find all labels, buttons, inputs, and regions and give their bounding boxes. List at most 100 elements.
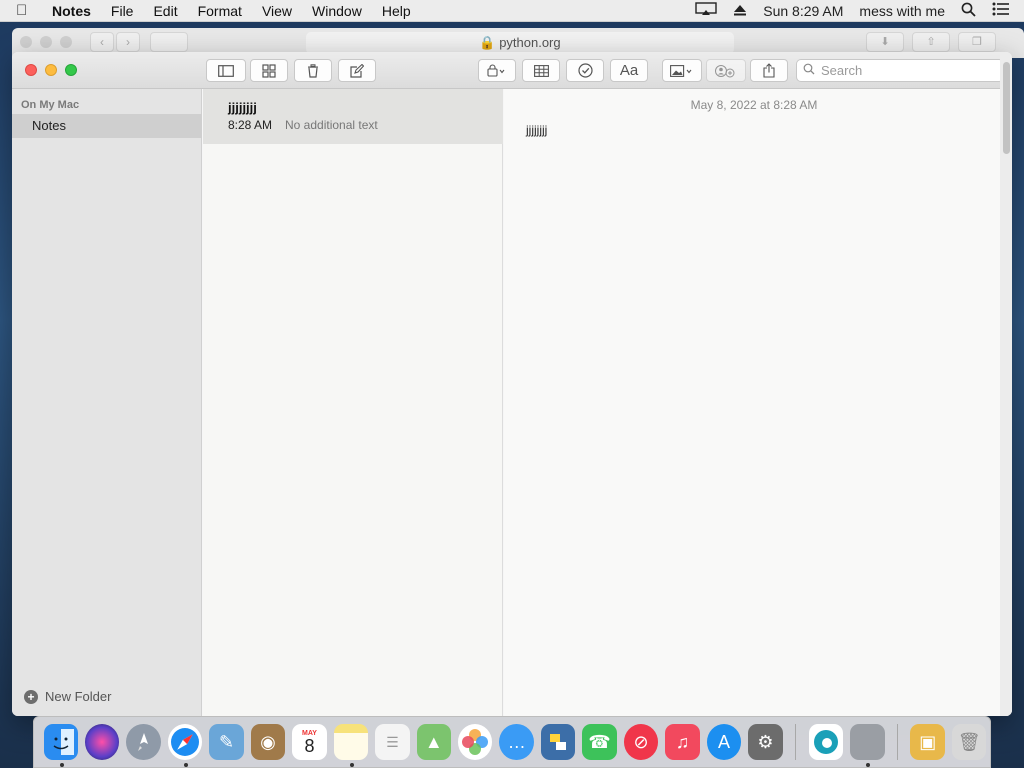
safari-traffic-lights [20, 36, 72, 48]
safari-address-bar[interactable]: 🔒 python.org [306, 32, 734, 54]
app-store-icon[interactable]: A [706, 724, 742, 760]
clock[interactable]: Sun 8:29 AM [755, 3, 851, 19]
share-button[interactable] [750, 59, 788, 82]
add-people-button[interactable] [706, 59, 746, 82]
table-button[interactable] [522, 59, 560, 82]
safari-url: python.org [499, 35, 561, 50]
back-icon[interactable]: ‹ [90, 32, 114, 52]
launchpad-icon[interactable] [126, 724, 161, 760]
notification-center-icon[interactable] [984, 2, 1024, 19]
menu-edit[interactable]: Edit [143, 3, 187, 19]
music-icon[interactable]: ♫ [665, 724, 700, 760]
preview-icon[interactable]: ✎ [209, 724, 244, 760]
system-preferences-icon[interactable]: ⚙ [748, 724, 783, 760]
sidebar-icon [218, 64, 234, 77]
new-note-button[interactable] [338, 59, 376, 82]
trash-icon [308, 63, 318, 78]
format-button[interactable]: Aa [610, 59, 648, 82]
python-icon[interactable] [540, 724, 576, 760]
table-icon [533, 64, 549, 77]
lock-note-button[interactable] [478, 59, 516, 82]
reminders-icon[interactable]: ☰ [375, 724, 410, 760]
new-folder-button[interactable]: + New Folder [24, 689, 111, 704]
calendar-day: 8 [304, 735, 315, 756]
note-time: 8:28 AM [228, 118, 273, 132]
media-button[interactable] [662, 59, 702, 82]
menu-help[interactable]: Help [372, 3, 421, 19]
zoom-button[interactable] [65, 64, 77, 76]
checklist-button[interactable] [566, 59, 604, 82]
spotlight-search-icon[interactable] [953, 2, 984, 20]
airplay-icon[interactable] [687, 2, 725, 19]
search-icon [803, 63, 815, 78]
facetime-icon[interactable]: ☎ [582, 724, 617, 760]
edge-icon[interactable] [808, 724, 844, 760]
lock-icon [487, 64, 505, 77]
running-indicator [866, 763, 871, 767]
share-icon[interactable]: ⇧ [912, 32, 950, 52]
close-button[interactable] [25, 64, 37, 76]
eject-icon[interactable] [725, 3, 755, 19]
dock-separator [897, 724, 898, 760]
forward-icon[interactable]: › [116, 32, 140, 52]
downloads-icon[interactable]: ⬇ [866, 32, 904, 52]
gallery-view-button[interactable] [250, 59, 288, 82]
notes-window: Aa Search On My Mac Notes + New Folder j… [12, 52, 1012, 716]
package-icon[interactable]: ▣ [910, 724, 945, 760]
contacts-icon[interactable]: ◉ [250, 724, 286, 760]
siri-icon[interactable] [84, 724, 120, 760]
tabs-icon[interactable]: ❐ [958, 32, 996, 52]
safari-nav-buttons: ‹ › [90, 32, 140, 52]
disk-utility-icon[interactable] [850, 724, 885, 767]
delete-note-button[interactable] [294, 59, 332, 82]
menu-format[interactable]: Format [188, 3, 252, 19]
add-people-icon [715, 64, 735, 77]
dock-separator [795, 724, 797, 760]
share-icon [763, 63, 775, 78]
checkmark-circle-icon [577, 63, 593, 78]
menu-window[interactable]: Window [302, 3, 372, 19]
running-indicator [59, 763, 64, 767]
lock-icon: 🔒 [479, 35, 496, 50]
menu-view[interactable]: View [252, 3, 302, 19]
user-name[interactable]: mess with me [851, 3, 953, 19]
safari-sidebar-button[interactable] [150, 32, 188, 52]
running-indicator [349, 763, 354, 767]
compose-icon [350, 63, 364, 78]
maps-icon[interactable]: ▲ [416, 724, 452, 760]
menu-app-name[interactable]: Notes [42, 3, 101, 19]
new-folder-label: New Folder [45, 689, 112, 704]
plus-circle-icon: + [24, 689, 38, 704]
notes-toolbar: Aa Search [12, 52, 1012, 89]
note-body[interactable]: jjjjjjjj [526, 123, 547, 137]
scrollbar-thumb[interactable] [1003, 62, 1010, 154]
search-field[interactable]: Search [796, 59, 1004, 82]
dock: ✎ ◉ MAY 8 ☰ ▲ … ☎ ⊘ ♫ A ⚙ ▣ 🗑 [33, 716, 991, 768]
sidebar-item-notes[interactable]: Notes [12, 114, 202, 138]
photos-icon[interactable] [458, 724, 493, 760]
apple-icon[interactable]:  [16, 2, 42, 19]
notes-list: jjjjjjjj 8:28 AM No additional text [203, 89, 503, 716]
menu-file[interactable]: File [101, 3, 144, 19]
note-editor[interactable]: May 8, 2022 at 8:28 AM jjjjjjjj [504, 89, 1012, 716]
photo-icon [670, 64, 692, 77]
grid-icon [262, 63, 276, 78]
finder-icon[interactable] [43, 724, 78, 767]
safari-icon[interactable] [167, 724, 203, 767]
menu-bar:  Notes File Edit Format View Window Hel… [0, 0, 1024, 22]
calendar-icon[interactable]: MAY 8 [292, 724, 327, 760]
search-placeholder: Search [821, 63, 863, 78]
notes-icon[interactable] [333, 724, 369, 767]
note-title: jjjjjjjj [228, 100, 257, 115]
note-date: May 8, 2022 at 8:28 AM [690, 98, 818, 112]
news-icon[interactable]: ⊘ [623, 724, 659, 760]
sidebar-toggle-button[interactable] [206, 59, 246, 82]
list-item[interactable]: jjjjjjjj 8:28 AM No additional text [203, 89, 503, 144]
trash-icon[interactable]: 🗑 [951, 724, 987, 760]
messages-icon[interactable]: … [499, 724, 534, 760]
safari-right-buttons: ⬇ ⇧ ❐ [866, 32, 996, 52]
minimize-button[interactable] [45, 64, 57, 76]
menu-extras: Sun 8:29 AM mess with me [687, 2, 1024, 20]
scrollbar[interactable] [1000, 52, 1012, 716]
note-preview: No additional text [285, 118, 378, 132]
